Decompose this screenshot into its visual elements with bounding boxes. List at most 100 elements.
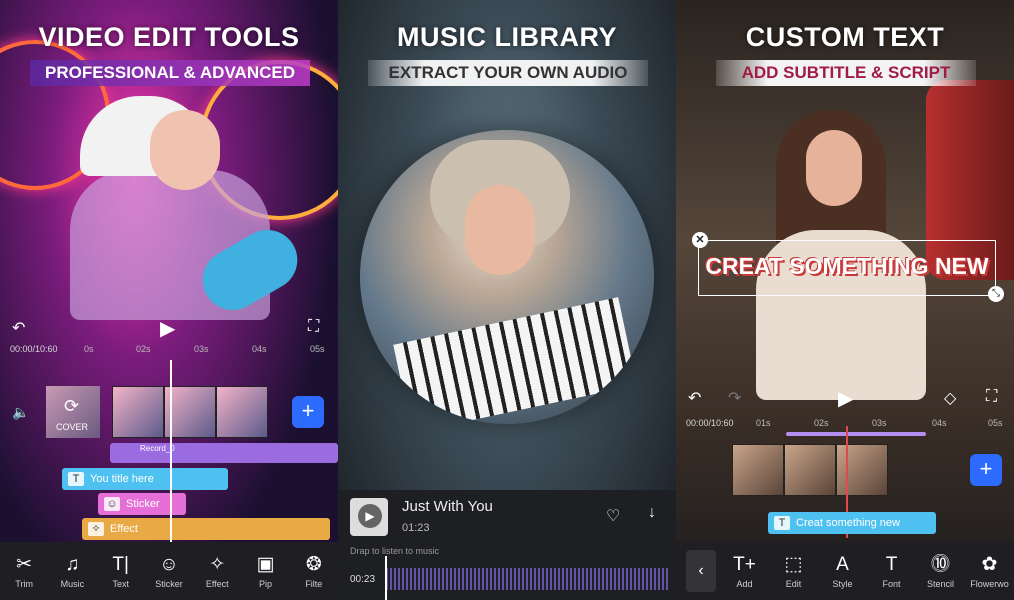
tool-add[interactable]: T+ Add <box>722 553 768 589</box>
download-icon[interactable]: ↓ <box>648 504 656 522</box>
close-icon[interactable]: ✕ <box>692 232 708 248</box>
tick-label: 01s <box>756 418 771 428</box>
resize-icon[interactable]: ⤡ <box>988 286 1004 302</box>
tool-label: Stencil <box>926 579 954 589</box>
text-track-icon: T <box>774 516 790 531</box>
clip-thumbnails[interactable] <box>112 386 268 438</box>
fullscreen-icon[interactable]: ⛶ <box>308 318 319 336</box>
overlay-text[interactable]: CREAT SOMETHING NEW <box>699 253 995 280</box>
keyframe-icon[interactable]: ◇ <box>944 388 956 408</box>
clip-thumbnail[interactable] <box>112 386 164 438</box>
effect-track[interactable]: ✧ Effect <box>82 518 330 540</box>
redo-icon[interactable]: ↷ <box>728 388 741 408</box>
play-icon[interactable]: ▶ <box>838 386 853 411</box>
tool-music[interactable]: ♫ Music <box>49 553 95 589</box>
effect-track-icon: ✧ <box>88 522 104 537</box>
undo-icon[interactable]: ↶ <box>688 388 701 408</box>
subheadline: PROFESSIONAL & ADVANCED <box>30 60 310 86</box>
title-track-label: You title here <box>90 473 154 485</box>
tick-label: 0s <box>84 344 94 354</box>
chevron-left-icon[interactable]: ‹ <box>686 550 716 592</box>
title-track[interactable]: T You title here <box>62 468 228 490</box>
refresh-icon: ⟳ <box>64 396 80 416</box>
photo-face <box>806 130 862 206</box>
clip-thumbnail[interactable] <box>836 444 888 496</box>
tool-effect[interactable]: ✧ Effect <box>194 553 240 589</box>
tick-label: 03s <box>872 418 887 428</box>
tool-style[interactable]: A Style <box>820 553 866 589</box>
clip-thumbnail[interactable] <box>732 444 784 496</box>
waveform-time: 00:23 <box>350 574 376 585</box>
subheadline: EXTRACT YOUR OWN AUDIO <box>368 60 648 86</box>
tool-trim[interactable]: ✂ Trim <box>1 553 47 589</box>
tool-sticker[interactable]: ☺ Sticker <box>146 553 192 589</box>
fullscreen-icon[interactable]: ⛶ <box>986 388 997 406</box>
add-clip-button[interactable]: + <box>292 396 324 428</box>
tool-flowerword[interactable]: ✿ Flowerwo <box>967 553 1013 589</box>
waveform-playhead[interactable] <box>385 556 387 600</box>
volume-icon[interactable]: 🔈 <box>12 404 29 421</box>
clip-thumbnail[interactable] <box>784 444 836 496</box>
tool-pip[interactable]: ▣ Pip <box>243 553 289 589</box>
text-overlay-box[interactable]: CREAT SOMETHING NEW <box>698 240 996 296</box>
play-icon[interactable]: ▶ <box>358 504 382 528</box>
photo-keyboard <box>393 297 637 424</box>
song-duration: 01:23 <box>402 522 430 534</box>
tick-label: 04s <box>932 418 947 428</box>
tool-edit[interactable]: ⬚ Edit <box>771 553 817 589</box>
font-icon: T <box>885 554 898 575</box>
tick-label: 05s <box>310 344 325 354</box>
photo-face <box>150 110 220 190</box>
headline: MUSIC LIBRARY <box>397 22 617 52</box>
text-icon: T| <box>112 554 129 575</box>
drag-hint: Drap to listen to music <box>350 546 440 556</box>
pip-icon: ▣ <box>256 554 275 575</box>
play-icon[interactable]: ▶ <box>160 316 175 341</box>
music-player-bar: ▶ Just With You 01:23 ♡ ↓ Drap to listen… <box>338 490 676 600</box>
tick-label: 02s <box>136 344 151 354</box>
tool-label: Sticker <box>155 579 183 589</box>
undo-icon[interactable]: ↶ <box>12 318 25 338</box>
playhead[interactable] <box>170 360 172 545</box>
time-current: 00:00/10:60 <box>686 418 734 428</box>
add-text-icon: T+ <box>733 554 756 575</box>
headline: VIDEO EDIT TOOLS <box>38 22 300 52</box>
panel-custom-text: CUSTOM TEXT ADD SUBTITLE & SCRIPT CREAT … <box>676 0 1014 600</box>
effect-icon: ✧ <box>209 554 226 575</box>
tool-label: Text <box>112 579 129 589</box>
tool-label: Music <box>60 579 85 589</box>
tool-label: Trim <box>15 579 33 589</box>
tool-font[interactable]: T Font <box>869 553 915 589</box>
clip-thumbnail[interactable] <box>216 386 268 438</box>
record-track[interactable]: Record_0 <box>110 443 338 463</box>
text-range-bar[interactable] <box>786 432 926 436</box>
tick-label: 03s <box>194 344 209 354</box>
tick-label: 04s <box>252 344 267 354</box>
sticker-track-label: Sticker <box>126 498 160 510</box>
music-icon: ♫ <box>65 554 80 575</box>
tool-label: Edit <box>785 579 802 589</box>
tick-label: 05s <box>988 418 1003 428</box>
tool-stencil[interactable]: ⓾ Stencil <box>918 553 964 589</box>
panel-music-library: MUSIC LIBRARY EXTRACT YOUR OWN AUDIO ▶ J… <box>338 0 676 600</box>
album-thumbnail[interactable]: ▶ <box>350 498 388 536</box>
sticker-icon: ☺ <box>159 554 179 575</box>
tool-label: Effect <box>205 579 229 589</box>
tool-label: Style <box>832 579 853 589</box>
add-clip-button[interactable]: + <box>970 454 1002 486</box>
effect-track-label: Effect <box>110 523 138 535</box>
text-track[interactable]: T Creat something new <box>768 512 936 534</box>
photo-face <box>465 185 535 275</box>
audio-waveform[interactable] <box>386 568 670 590</box>
subheadline: ADD SUBTITLE & SCRIPT <box>716 60 976 86</box>
tool-filter[interactable]: ❂ Filte <box>291 553 337 589</box>
tool-label: Flowerwo <box>970 579 1009 589</box>
clip-thumbnails[interactable] <box>732 444 888 496</box>
heart-icon[interactable]: ♡ <box>606 506 620 526</box>
filter-icon: ❂ <box>305 554 322 575</box>
cover-thumbnail[interactable]: ⟳ COVER <box>46 386 100 438</box>
panel-video-edit: VIDEO EDIT TOOLS PROFESSIONAL & ADVANCED… <box>0 0 338 600</box>
tool-text[interactable]: T| Text <box>98 553 144 589</box>
time-current: 00:00/10:60 <box>10 344 58 354</box>
sticker-track[interactable]: ☺ Sticker <box>98 493 186 515</box>
